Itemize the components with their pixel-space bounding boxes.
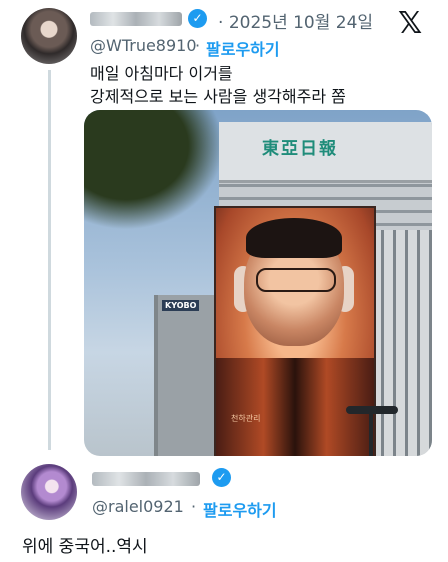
separator-dot: · [191, 497, 197, 516]
separator-dot: · [218, 13, 224, 33]
separator-dot: · [195, 36, 201, 55]
building-left [154, 295, 218, 456]
avatar[interactable] [21, 8, 77, 64]
billboard-hair [246, 218, 342, 258]
follow-button[interactable]: 팔로우하기 [206, 36, 280, 60]
tweet-media-photo[interactable]: 東亞日報 KYOBO 천하관리 [84, 110, 432, 456]
kyobo-sign: KYOBO [162, 300, 200, 311]
display-name-blurred[interactable] [92, 472, 200, 486]
user-handle[interactable]: @ralel0921 [92, 497, 184, 516]
billboard-caption: 천하관리 [231, 414, 261, 423]
verified-badge-icon: ✓ [188, 9, 207, 28]
avatar[interactable] [21, 464, 77, 520]
billboard-screen: 천하관리 [214, 206, 376, 456]
display-name-blurred[interactable] [90, 12, 182, 26]
tree-foliage [84, 110, 224, 230]
street-lamp-pole [369, 410, 373, 456]
user-handle[interactable]: @WTrue8910 [90, 36, 197, 55]
tweet-text-line: 매일 아침마다 이거를 [90, 64, 233, 83]
tweet-date[interactable]: · 2025년 10월 24일 [218, 8, 373, 33]
verified-badge-icon: ✓ [212, 468, 231, 487]
building-sign: 東亞日報 [262, 139, 338, 159]
billboard-glasses [256, 268, 336, 292]
x-logo-icon[interactable]: 𝕏 [398, 6, 422, 41]
tweet-date-text: 2025년 10월 24일 [228, 13, 374, 33]
tweet-text: 위에 중국어..역시 [22, 537, 148, 557]
follow-button[interactable]: 팔로우하기 [203, 497, 277, 521]
thread-connector-line [48, 70, 51, 450]
tweet-text-line: 강제적으로 보는 사람을 생각해주라 쫌 [90, 87, 346, 106]
building-right [372, 230, 432, 456]
